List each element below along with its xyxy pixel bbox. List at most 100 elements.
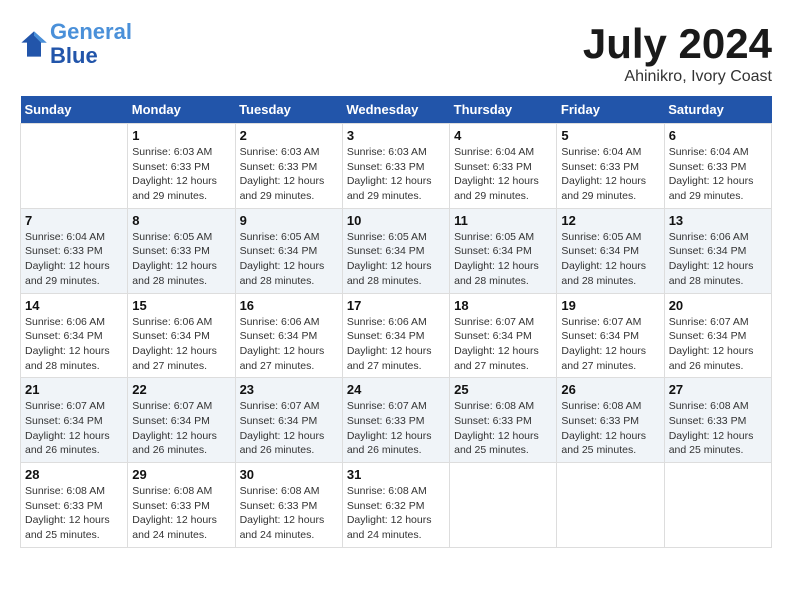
day-info: Sunrise: 6:06 AMSunset: 6:34 PMDaylight:… xyxy=(240,315,338,374)
day-info: Sunrise: 6:05 AMSunset: 6:34 PMDaylight:… xyxy=(240,230,338,289)
day-info: Sunrise: 6:06 AMSunset: 6:34 PMDaylight:… xyxy=(669,230,767,289)
week-row-4: 21 Sunrise: 6:07 AMSunset: 6:34 PMDayligh… xyxy=(21,378,772,463)
day-number: 4 xyxy=(454,128,552,143)
day-info: Sunrise: 6:07 AMSunset: 6:34 PMDaylight:… xyxy=(240,399,338,458)
day-number: 11 xyxy=(454,213,552,228)
day-info: Sunrise: 6:08 AMSunset: 6:33 PMDaylight:… xyxy=(132,484,230,543)
week-row-2: 7Sunrise: 6:04 AMSunset: 6:33 PMDaylight… xyxy=(21,208,772,293)
day-info: Sunrise: 6:07 AMSunset: 6:33 PMDaylight:… xyxy=(347,399,445,458)
day-header-thursday: Thursday xyxy=(450,96,557,124)
day-header-saturday: Saturday xyxy=(664,96,771,124)
day-number: 22 xyxy=(132,382,230,397)
day-number: 29 xyxy=(132,467,230,482)
calendar-cell: 23Sunrise: 6:07 AMSunset: 6:34 PMDayligh… xyxy=(235,378,342,463)
calendar-cell xyxy=(21,124,128,209)
day-number: 12 xyxy=(561,213,659,228)
day-info: Sunrise: 6:07 AMSunset: 6:34 PMDaylight:… xyxy=(25,399,123,458)
day-number: 28 xyxy=(25,467,123,482)
calendar-cell: 7Sunrise: 6:04 AMSunset: 6:33 PMDaylight… xyxy=(21,208,128,293)
calendar-body: 1 Sunrise: 6:03 AMSunset: 6:33 PMDaylight… xyxy=(21,124,772,548)
day-info: Sunrise: 6:08 AMSunset: 6:33 PMDaylight:… xyxy=(240,484,338,543)
day-number: 2 xyxy=(240,128,338,143)
day-info: Sunrise: 6:08 AMSunset: 6:33 PMDaylight:… xyxy=(25,484,123,543)
week-row-5: 28 Sunrise: 6:08 AMSunset: 6:33 PMDayligh… xyxy=(21,463,772,548)
location-subtitle: Ahinikro, Ivory Coast xyxy=(583,68,772,86)
day-info: Sunrise: 6:05 AMSunset: 6:33 PMDaylight:… xyxy=(132,230,230,289)
week-row-1: 1 Sunrise: 6:03 AMSunset: 6:33 PMDaylight… xyxy=(21,124,772,209)
calendar-cell: 18 Sunrise: 6:07 AMSunset: 6:34 PMDayligh… xyxy=(450,293,557,378)
day-info: Sunrise: 6:07 AMSunset: 6:34 PMDaylight:… xyxy=(561,315,659,374)
day-info: Sunrise: 6:06 AMSunset: 6:34 PMDaylight:… xyxy=(25,315,123,374)
calendar-cell: 17 Sunrise: 6:06 AMSunset: 6:34 PMDayligh… xyxy=(342,293,449,378)
calendar-cell: 2 Sunrise: 6:03 AMSunset: 6:33 PMDaylight… xyxy=(235,124,342,209)
calendar-cell: 26 Sunrise: 6:08 AMSunset: 6:33 PMDayligh… xyxy=(557,378,664,463)
day-number: 17 xyxy=(347,298,445,313)
day-info: Sunrise: 6:05 AMSunset: 6:34 PMDaylight:… xyxy=(454,230,552,289)
calendar-cell xyxy=(664,463,771,548)
calendar-cell: 22 Sunrise: 6:07 AMSunset: 6:34 PMDayligh… xyxy=(128,378,235,463)
day-info: Sunrise: 6:04 AMSunset: 6:33 PMDaylight:… xyxy=(454,145,552,204)
page-header: GeneralBlue July 2024 Ahinikro, Ivory Co… xyxy=(20,20,772,86)
day-number: 9 xyxy=(240,213,338,228)
calendar-cell: 21 Sunrise: 6:07 AMSunset: 6:34 PMDayligh… xyxy=(21,378,128,463)
header-row: SundayMondayTuesdayWednesdayThursdayFrid… xyxy=(21,96,772,124)
month-title: July 2024 xyxy=(583,20,772,68)
day-number: 14 xyxy=(25,298,123,313)
day-info: Sunrise: 6:06 AMSunset: 6:34 PMDaylight:… xyxy=(132,315,230,374)
logo-text: GeneralBlue xyxy=(50,20,132,68)
day-number: 5 xyxy=(561,128,659,143)
calendar-cell: 24Sunrise: 6:07 AMSunset: 6:33 PMDayligh… xyxy=(342,378,449,463)
calendar-cell: 10 Sunrise: 6:05 AMSunset: 6:34 PMDayligh… xyxy=(342,208,449,293)
day-info: Sunrise: 6:03 AMSunset: 6:33 PMDaylight:… xyxy=(347,145,445,204)
day-number: 27 xyxy=(669,382,767,397)
day-number: 21 xyxy=(25,382,123,397)
calendar-cell: 3 Sunrise: 6:03 AMSunset: 6:33 PMDaylight… xyxy=(342,124,449,209)
day-info: Sunrise: 6:07 AMSunset: 6:34 PMDaylight:… xyxy=(669,315,767,374)
calendar-cell: 19 Sunrise: 6:07 AMSunset: 6:34 PMDayligh… xyxy=(557,293,664,378)
day-info: Sunrise: 6:04 AMSunset: 6:33 PMDaylight:… xyxy=(561,145,659,204)
calendar-cell: 9 Sunrise: 6:05 AMSunset: 6:34 PMDaylight… xyxy=(235,208,342,293)
day-info: Sunrise: 6:04 AMSunset: 6:33 PMDaylight:… xyxy=(669,145,767,204)
calendar-cell: 4 Sunrise: 6:04 AMSunset: 6:33 PMDaylight… xyxy=(450,124,557,209)
day-number: 20 xyxy=(669,298,767,313)
calendar-cell: 8Sunrise: 6:05 AMSunset: 6:33 PMDaylight… xyxy=(128,208,235,293)
day-info: Sunrise: 6:07 AMSunset: 6:34 PMDaylight:… xyxy=(454,315,552,374)
day-info: Sunrise: 6:05 AMSunset: 6:34 PMDaylight:… xyxy=(561,230,659,289)
week-row-3: 14 Sunrise: 6:06 AMSunset: 6:34 PMDayligh… xyxy=(21,293,772,378)
day-info: Sunrise: 6:07 AMSunset: 6:34 PMDaylight:… xyxy=(132,399,230,458)
day-header-friday: Friday xyxy=(557,96,664,124)
day-number: 19 xyxy=(561,298,659,313)
calendar-cell: 12 Sunrise: 6:05 AMSunset: 6:34 PMDayligh… xyxy=(557,208,664,293)
day-number: 18 xyxy=(454,298,552,313)
day-number: 10 xyxy=(347,213,445,228)
day-info: Sunrise: 6:03 AMSunset: 6:33 PMDaylight:… xyxy=(240,145,338,204)
day-info: Sunrise: 6:08 AMSunset: 6:33 PMDaylight:… xyxy=(454,399,552,458)
logo-icon xyxy=(20,30,48,58)
logo: GeneralBlue xyxy=(20,20,132,68)
calendar-cell: 11 Sunrise: 6:05 AMSunset: 6:34 PMDayligh… xyxy=(450,208,557,293)
calendar-cell: 13 Sunrise: 6:06 AMSunset: 6:34 PMDayligh… xyxy=(664,208,771,293)
calendar-cell: 16 Sunrise: 6:06 AMSunset: 6:34 PMDayligh… xyxy=(235,293,342,378)
calendar-cell: 28 Sunrise: 6:08 AMSunset: 6:33 PMDayligh… xyxy=(21,463,128,548)
calendar-cell: 30Sunrise: 6:08 AMSunset: 6:33 PMDayligh… xyxy=(235,463,342,548)
day-info: Sunrise: 6:05 AMSunset: 6:34 PMDaylight:… xyxy=(347,230,445,289)
calendar-table: SundayMondayTuesdayWednesdayThursdayFrid… xyxy=(20,96,772,548)
day-number: 1 xyxy=(132,128,230,143)
day-number: 3 xyxy=(347,128,445,143)
day-info: Sunrise: 6:06 AMSunset: 6:34 PMDaylight:… xyxy=(347,315,445,374)
day-number: 6 xyxy=(669,128,767,143)
day-header-wednesday: Wednesday xyxy=(342,96,449,124)
calendar-cell: 29 Sunrise: 6:08 AMSunset: 6:33 PMDayligh… xyxy=(128,463,235,548)
day-number: 16 xyxy=(240,298,338,313)
day-number: 13 xyxy=(669,213,767,228)
day-number: 26 xyxy=(561,382,659,397)
day-info: Sunrise: 6:08 AMSunset: 6:33 PMDaylight:… xyxy=(669,399,767,458)
day-info: Sunrise: 6:08 AMSunset: 6:33 PMDaylight:… xyxy=(561,399,659,458)
title-section: July 2024 Ahinikro, Ivory Coast xyxy=(583,20,772,86)
day-info: Sunrise: 6:03 AMSunset: 6:33 PMDaylight:… xyxy=(132,145,230,204)
day-header-sunday: Sunday xyxy=(21,96,128,124)
calendar-cell: 6 Sunrise: 6:04 AMSunset: 6:33 PMDaylight… xyxy=(664,124,771,209)
calendar-cell: 15Sunrise: 6:06 AMSunset: 6:34 PMDayligh… xyxy=(128,293,235,378)
calendar-cell xyxy=(450,463,557,548)
day-number: 25 xyxy=(454,382,552,397)
